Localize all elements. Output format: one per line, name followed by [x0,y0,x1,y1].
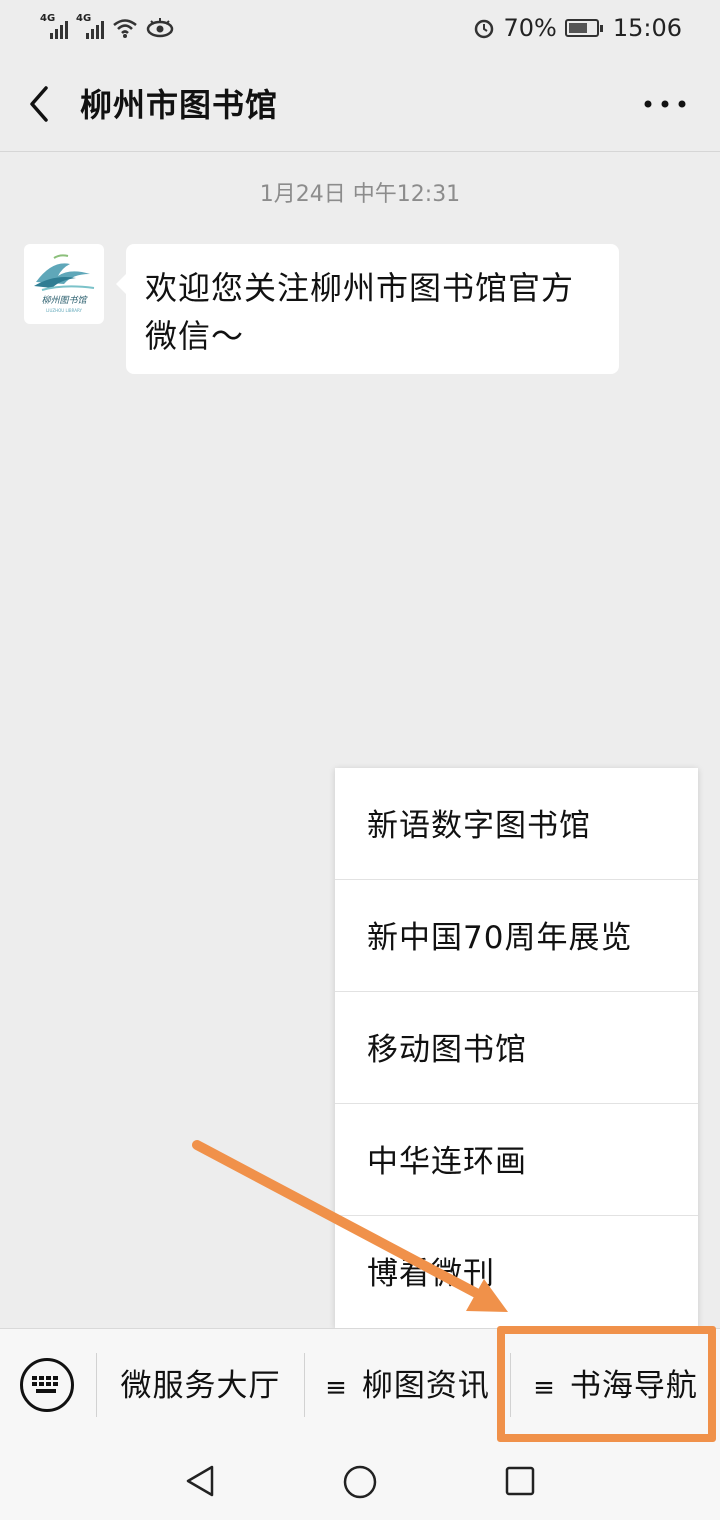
menu-item-xinyu-library[interactable]: 新语数字图书馆 [335,768,698,880]
message-text: 欢迎您关注柳州市图书馆官方微信～ [145,269,575,355]
avatar-logo-text: 柳州图书馆 [41,295,88,306]
message-timestamp: 1月24日 中午12:31 [259,182,461,207]
tab-micro-service-hall-label: 微服务大厅 [120,1368,281,1404]
menu-item-70th-exhibition[interactable]: 新中国70周年展览 [335,880,698,992]
signal-icon-2: 4G [76,13,104,39]
network-type-2: 4G [76,13,92,24]
recents-square-icon[interactable] [504,1465,536,1497]
popup-menu: 新语数字图书馆 新中国70周年展览 移动图书馆 中华连环画 博看微刊 [335,768,698,1328]
alarm-icon [475,19,494,39]
menu-item-comic-strips[interactable]: 中华连环画 [335,1104,698,1216]
network-type: 4G [40,13,56,24]
tab-micro-service-hall[interactable]: 微服务大厅 [97,1329,304,1443]
message-bubble[interactable]: 欢迎您关注柳州市图书馆官方微信～ [116,244,619,374]
home-circle-icon[interactable] [342,1464,378,1500]
status-time: 15:06 [612,14,682,42]
keyboard-glyph [32,1376,58,1393]
tab-library-news[interactable]: ≡ 柳图资讯 [305,1329,510,1443]
back-triangle-icon[interactable] [184,1464,216,1498]
tab-library-news-label: 柳图资讯 [361,1368,490,1404]
page-title: 柳州市图书馆 [80,86,279,124]
status-right: 70% 15:06 [473,14,682,42]
menu-lines-icon: ≡ [325,1373,348,1403]
nav-bar: 柳州市图书馆 [0,56,720,152]
more-dots-icon[interactable] [640,86,690,122]
library-logo-icon: 柳州图书馆 LIUZHOU LIBRARY [34,254,95,313]
status-left: 4G 4G [40,13,174,39]
menu-lines-icon: ≡ [533,1373,556,1403]
tab-book-sea-navigation-label: 书海导航 [569,1368,698,1404]
back-icon[interactable] [24,82,64,126]
avatar-logo-subtext: LIUZHOU LIBRARY [46,308,82,313]
keyboard-icon[interactable] [20,1358,74,1412]
tab-book-sea-navigation[interactable]: ≡ 书海导航 [511,1329,720,1443]
battery-fill [568,23,588,33]
avatar[interactable]: 柳州图书馆 LIUZHOU LIBRARY [24,244,104,324]
bottom-menu-bar: 微服务大厅 ≡ 柳图资讯 ≡ 书海导航 [0,1328,720,1442]
signal-icon: 4G [40,13,68,39]
menu-item-bookan-journals[interactable]: 博看微刊 [335,1216,698,1328]
system-nav-bar [0,1442,720,1520]
eye-icon [146,18,174,38]
status-bar: 4G 4G 70% 15:06 [0,0,720,56]
menu-item-mobile-library[interactable]: 移动图书馆 [335,992,698,1104]
wifi-icon [113,19,137,38]
battery-percent: 70% [503,14,557,42]
battery-icon [564,19,603,37]
